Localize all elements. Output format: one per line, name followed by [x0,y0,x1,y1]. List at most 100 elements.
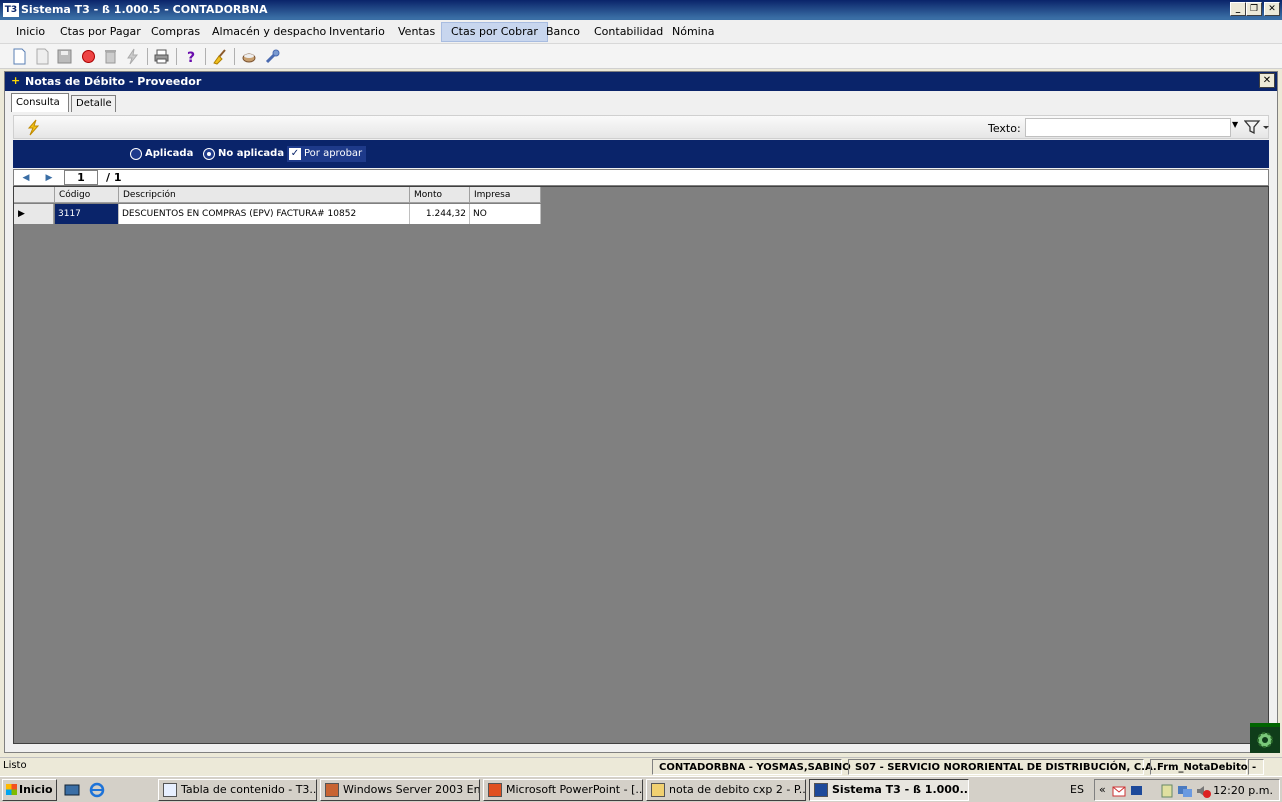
minimize-button[interactable]: _ [1230,2,1246,16]
menu-compras[interactable]: Compras [142,22,209,42]
task-tabla-contenido[interactable]: Tabla de contenido - T3.... [158,779,317,801]
col-monto[interactable]: Monto [410,187,470,203]
cell-impresa[interactable]: NO [470,204,541,224]
language-indicator[interactable]: ES [1070,783,1084,796]
clock[interactable]: 12:20 p.m. [1213,784,1273,797]
title-bar: T3 Sistema T3 - ß 1.000.5 - CONTADORBNA … [0,0,1282,20]
next-page-button[interactable]: ▶ [39,171,59,185]
col-descripcion[interactable]: Descripción [119,187,410,203]
save-icon[interactable] [56,48,73,65]
lightning-icon[interactable] [124,48,141,65]
row-selector[interactable]: ▶ [14,204,54,224]
computers-icon[interactable] [1177,783,1193,799]
checkbox-por-aprobar[interactable]: ✓ Por aprobar [287,146,367,162]
chevron-down-icon[interactable]: ▼ [1232,120,1238,129]
task-label: nota de debito cxp 2 - P... [669,783,806,796]
clipboard-icon[interactable] [1159,783,1175,799]
open-icon[interactable] [34,48,51,65]
status-filter-bar: Aplicada No aplicada ✓ Por aprobar [13,140,1269,168]
gear-icon[interactable] [1250,723,1280,753]
ie-icon[interactable] [89,782,105,798]
menu-bar: Inicio Ctas por Pagar Compras Almacén y … [0,20,1282,44]
lightning-icon[interactable] [24,119,42,136]
menu-ventas[interactable]: Ventas [389,22,444,42]
toolbar-separator [176,48,177,65]
volume-muted-icon[interactable] [1195,783,1211,799]
tab-detalle[interactable]: Detalle [71,95,116,112]
network-icon[interactable] [1129,783,1145,799]
start-label: Inicio [19,783,53,796]
new-icon[interactable] [11,48,28,65]
app-icon [814,783,828,797]
pin-icon[interactable]: + [11,74,20,87]
tools-icon[interactable] [264,48,281,65]
radio-no-aplicada-label: No aplicada [218,148,285,159]
task-windows-server[interactable]: Windows Server 2003 En... [320,779,480,801]
help-icon[interactable]: ? [183,48,200,65]
menu-banco[interactable]: Banco [537,22,589,42]
help-doc-icon [163,783,177,797]
cell-descripcion[interactable]: DESCUENTOS EN COMPRAS (EPV) FACTURA# 108… [119,204,410,224]
radio-no-aplicada[interactable]: No aplicada [201,146,284,162]
radio-icon[interactable] [130,148,142,160]
search-input[interactable] [1025,118,1231,137]
broom-icon[interactable] [211,48,228,65]
radio-icon[interactable] [203,148,215,160]
form-title: Notas de Débito - Proveedor [25,75,202,88]
radio-aplicada[interactable]: Aplicada [128,146,193,162]
results-grid: Código Descripción Monto Impresa ▶ 3117 … [13,186,1269,744]
checkbox-por-aprobar-label: Por aprobar [304,148,363,159]
page-total: / 1 [106,171,122,184]
delete-icon[interactable] [102,48,119,65]
toolbar-separator [147,48,148,65]
vm-icon [325,783,339,797]
status-text: Listo [3,760,27,771]
task-sistema-t3[interactable]: Sistema T3 - ß 1.000.... [809,779,969,801]
toolbar-separator [234,48,235,65]
powerpoint-icon [488,783,502,797]
app-icon: T3 [3,3,19,17]
windows-logo-icon [6,784,17,795]
restore-button[interactable]: ❐ [1246,2,1262,16]
close-button[interactable]: ✕ [1264,2,1280,16]
task-powerpoint[interactable]: Microsoft PowerPoint - [... [483,779,643,801]
search-bar: Texto: ▼ [13,115,1269,139]
print-icon[interactable] [153,48,170,65]
notas-debito-form: + Notas de Débito - Proveedor ✕ Consulta… [4,71,1278,753]
radio-aplicada-label: Aplicada [145,148,194,159]
col-codigo[interactable]: Código [55,187,119,203]
col-impresa[interactable]: Impresa [470,187,541,203]
start-button[interactable]: Inicio [2,779,57,801]
menu-ctas-por-pagar[interactable]: Ctas por Pagar [51,22,150,42]
paint-icon [651,783,665,797]
menu-almacen[interactable]: Almacén y despacho [203,22,335,42]
coffee-icon[interactable] [241,48,258,65]
form-close-button[interactable]: ✕ [1259,73,1275,88]
toolbar-separator [205,48,206,65]
form-header: + Notas de Débito - Proveedor ✕ [5,72,1277,91]
taskbar: Inicio Tabla de contenido - T3.... Windo… [0,776,1282,802]
pager: ◀ ▶ 1 / 1 [13,169,1269,186]
status-bar: Listo CONTADORBNA - YOSMAS,SABINO S07 - … [0,757,1282,775]
status-dash: - [1248,759,1264,775]
cell-monto[interactable]: 1.244,32 [410,204,470,224]
tab-consulta[interactable]: Consulta [11,93,69,112]
menu-nomina[interactable]: Nómina [663,22,723,42]
menu-ctas-por-cobrar[interactable]: Ctas por Cobrar [441,22,548,42]
page-number[interactable]: 1 [64,170,98,185]
gmail-icon[interactable] [1111,783,1127,799]
menu-inicio[interactable]: Inicio [7,22,54,42]
menu-inventario[interactable]: Inventario [320,22,394,42]
grid-corner [14,187,55,203]
task-nota-debito[interactable]: nota de debito cxp 2 - P... [646,779,806,801]
cell-codigo[interactable]: 3117 [55,204,119,224]
toolbar: ? [0,44,1282,69]
checkbox-checked-icon[interactable]: ✓ [289,148,301,160]
show-desktop-icon[interactable] [64,782,80,798]
prev-page-button[interactable]: ◀ [16,171,36,185]
record-icon[interactable] [80,48,97,65]
tray-expand-icon[interactable]: « [1099,783,1106,796]
search-label: Texto: [988,122,1021,135]
menu-contabilidad[interactable]: Contabilidad [585,22,672,42]
filter-icon[interactable] [1244,119,1270,136]
